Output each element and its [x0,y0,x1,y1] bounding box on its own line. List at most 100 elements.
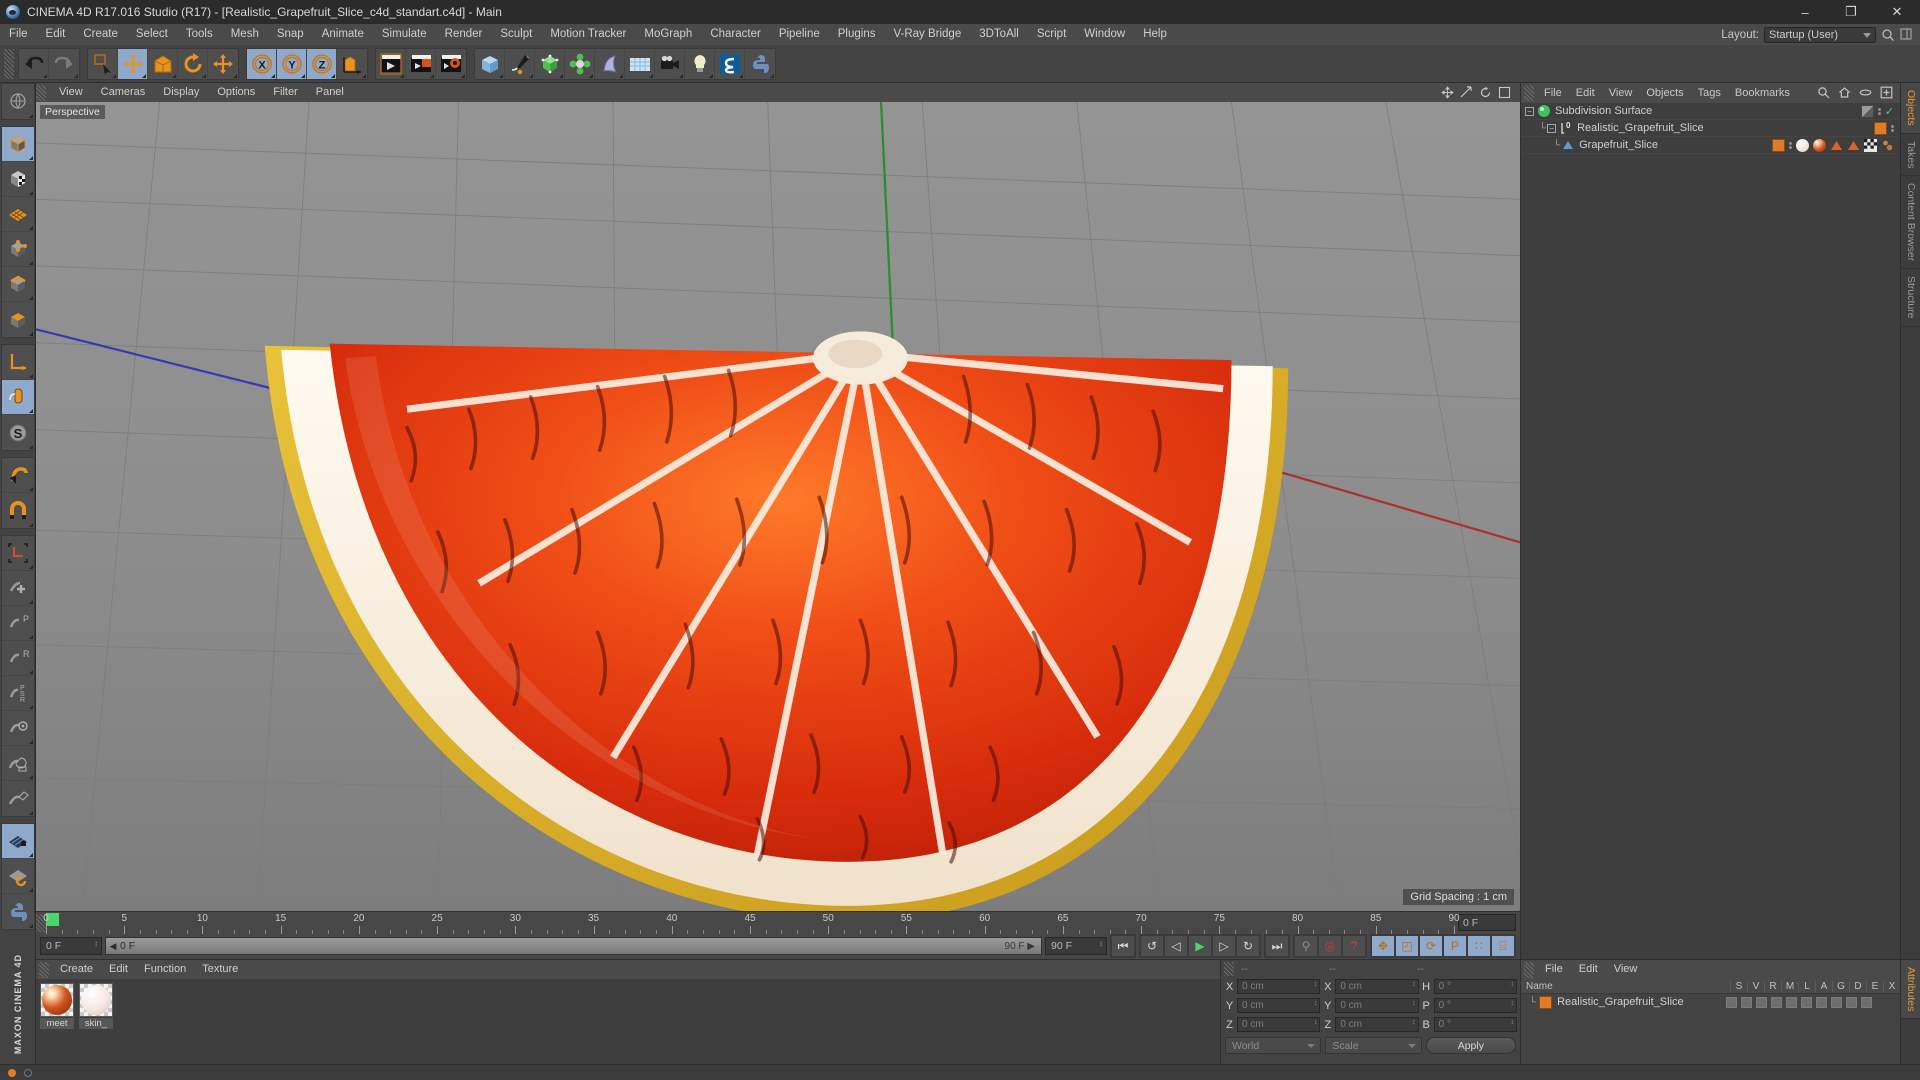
column-header-r[interactable]: R [1764,980,1781,992]
timeline-ruler-track[interactable]: 0 5 10 15 20 25 30 35 40 45 50 55 60 65 70 75 80 85 90 [43,912,1460,934]
texture-tag-1[interactable] [1830,139,1843,152]
model-mode-icon[interactable] [1,127,34,162]
scrubber-handle-icon[interactable]: ◀ [106,941,120,952]
menu-item-3dtoall[interactable]: 3DToAll [970,24,1028,45]
menu-item-v-ray-bridge[interactable]: V-Ray Bridge [884,24,970,45]
object-manager-grip[interactable] [1524,85,1534,101]
rotation-lock-icon[interactable]: R [1,641,34,676]
record-active-objects-button[interactable]: ⚲ [1294,935,1318,957]
plane-lock-icon[interactable] [2,781,34,816]
python-script-icon[interactable] [745,49,775,79]
column-header-m[interactable]: M [1781,980,1798,992]
column-header-v[interactable]: V [1747,980,1764,992]
add-deformer-icon[interactable] [565,48,595,79]
viewport-menu-options[interactable]: Options [208,83,264,102]
polygon-mode-icon[interactable] [2,302,34,337]
point-level-animation-button[interactable]: ∷ [1467,935,1491,957]
rotate-view-icon[interactable] [1479,86,1493,100]
psr-lock-icon[interactable]: PSR [1,676,34,711]
column-header-d[interactable]: D [1849,980,1866,992]
move-up-icon[interactable] [1,458,34,493]
polygon-surface-icon[interactable] [1,197,34,232]
object-display-chip[interactable] [1860,104,1874,118]
menu-item-help[interactable]: Help [1134,24,1176,45]
menu-item-edit[interactable]: Edit [37,24,75,45]
menu-item-script[interactable]: Script [1028,24,1075,45]
menu-item-plugins[interactable]: Plugins [829,24,885,45]
magnet-snap-icon[interactable] [2,493,34,528]
workplane-rotate-icon[interactable] [1,859,34,894]
column-header-e[interactable]: E [1866,980,1883,992]
edge-mode-icon[interactable] [1,267,34,302]
keyframe-selection-button[interactable]: ? [1342,935,1366,957]
tab-attributes[interactable]: Attributes [1901,960,1920,1020]
menu-item-select[interactable]: Select [127,24,177,45]
lock-y-axis-icon[interactable]: Y [277,48,307,79]
object-menu-tags[interactable]: Tags [1691,83,1728,103]
expander-icon[interactable]: − [1525,106,1534,116]
spinner-icon[interactable]: ↕ [1510,1000,1514,1007]
add-cube-primitive-icon[interactable] [475,48,505,79]
point-mode-icon[interactable] [1,232,34,267]
skin-material-tag[interactable] [1796,138,1809,152]
visibility-dots[interactable] [1877,107,1881,115]
object-row[interactable]: − Subdivision Surface ✓ [1521,103,1900,120]
expression-icon[interactable] [1861,996,1872,1008]
perspective-viewport[interactable]: Perspective Grid Spacing : 1 cm Y X Z [36,102,1520,911]
uvw-tag[interactable] [1864,138,1877,152]
add-camera-icon[interactable] [655,48,685,79]
spinner-icon[interactable]: ↕ [1412,1000,1416,1007]
menu-item-window[interactable]: Window [1075,24,1134,45]
visibility-dots[interactable] [1891,124,1894,132]
live-selection-icon[interactable] [88,48,118,79]
dock-tab-content-browser[interactable]: Content Browser [1901,176,1920,270]
material-preview[interactable] [40,983,74,1017]
step-back-button[interactable]: ◁ [1164,935,1188,957]
material-menu-grip[interactable] [39,961,49,978]
expander-icon[interactable]: − [1547,123,1557,133]
spinner-icon[interactable]: ↕ [1510,981,1514,988]
attributes-grip[interactable] [1524,961,1534,978]
maximize-view-icon[interactable] [1498,86,1512,100]
menu-item-simulate[interactable]: Simulate [373,24,436,45]
lock-z-axis-icon[interactable]: Z [307,48,337,79]
deformer-icon[interactable] [1831,996,1842,1008]
timeline-right-frame-field[interactable]: 0 F [1458,914,1516,931]
add-generator-icon[interactable] [535,48,565,79]
spinner-icon[interactable]: ↕ [1099,940,1103,948]
go-to-start-button[interactable]: ⏮ [1111,935,1135,957]
render-icon[interactable] [1756,996,1767,1008]
material-menu-function[interactable]: Function [136,960,194,979]
material-item[interactable]: skin_ [79,983,113,1029]
go-to-next-key-button[interactable]: ↻ [1236,935,1260,957]
go-to-previous-key-button[interactable]: ↺ [1140,935,1164,957]
soft-selection-icon[interactable]: S [2,415,34,450]
menu-item-pipeline[interactable]: Pipeline [770,24,829,45]
scale-view-icon[interactable] [1460,85,1474,100]
render-to-picture-viewer-icon[interactable] [406,48,436,79]
add-scene-object-icon[interactable] [595,48,625,79]
enable-mouse-icon[interactable] [1,380,34,415]
dock-tab-takes[interactable]: Takes [1901,134,1920,177]
menu-item-character[interactable]: Character [701,24,770,45]
texture-tag-2[interactable] [1847,139,1860,152]
object-row[interactable]: └ −0 Realistic_Grapefruit_Slice [1521,120,1900,137]
coord-field-y[interactable]: 0 cm ↕ [1335,998,1419,1013]
layout-dropdown[interactable]: Startup (User) [1764,26,1876,43]
coord-field-p[interactable]: 0 ° ↕ [1433,998,1517,1013]
axis-mode-icon[interactable] [1,345,34,380]
generator-icon[interactable] [1816,996,1827,1008]
meet-material-tag[interactable] [1813,138,1826,152]
object-row[interactable]: └ Grapefruit_Slice [1521,137,1900,154]
scale-tool-icon[interactable] [148,48,178,79]
object-menu-view[interactable]: View [1602,83,1640,103]
move-axis-icon[interactable] [208,49,238,79]
play-button[interactable]: ▶ [1188,935,1212,957]
coord-field-b[interactable]: 0 ° ↕ [1433,1017,1517,1032]
python-tool-icon[interactable] [2,894,34,929]
move-tool-icon[interactable] [118,48,148,79]
texture-mode-icon[interactable] [1,162,34,197]
phong-tag[interactable] [1881,139,1894,152]
timeline-ruler[interactable]: 0 5 10 15 20 25 30 35 40 45 50 55 60 65 70 75 80 85 90 0 F [36,911,1520,934]
object-menu-file[interactable]: File [1537,83,1569,103]
